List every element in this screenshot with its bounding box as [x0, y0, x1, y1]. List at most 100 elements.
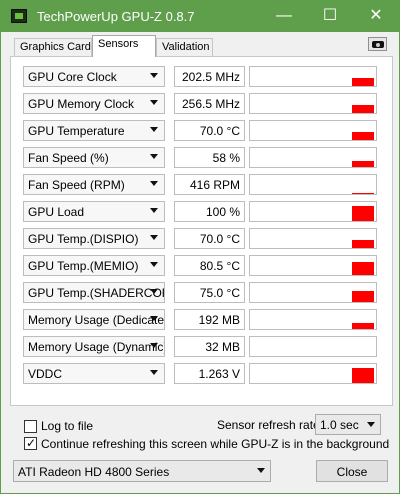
sensor-selector[interactable]: GPU Temp.(SHADERCORE) [23, 282, 165, 303]
sensor-name: VDDC [28, 367, 63, 381]
sensor-selector[interactable]: Fan Speed (%) [23, 147, 165, 168]
sensor-value: 202.5 MHz [174, 66, 245, 87]
dropdown-arrow-icon [150, 343, 158, 348]
dropdown-arrow-icon [150, 316, 158, 321]
sensor-value: 32 MB [174, 336, 245, 357]
sensor-selector[interactable]: GPU Temp.(MEMIO) [23, 255, 165, 276]
sensor-selector[interactable]: GPU Memory Clock [23, 93, 165, 114]
continue-refreshing-label[interactable]: Continue refreshing this screen while GP… [41, 437, 389, 451]
continue-refreshing-checkbox[interactable] [24, 435, 37, 451]
maximize-button[interactable]: ☐ [307, 1, 353, 32]
sensor-row-gpu-temp-memio: GPU Temp.(MEMIO) 80.5 °C [23, 255, 377, 276]
sensor-selector[interactable]: Memory Usage (Dedicated) [23, 309, 165, 330]
gpu-selector[interactable]: ATI Radeon HD 4800 Series [13, 460, 271, 482]
sensor-graph [249, 66, 377, 87]
sensor-graph-bar [352, 240, 374, 248]
sensor-value: 1.263 V [174, 363, 245, 384]
dropdown-arrow-icon [367, 422, 375, 427]
dropdown-arrow-icon [150, 289, 158, 294]
sensor-name: Memory Usage (Dynamic) [28, 340, 165, 354]
sensor-value: 192 MB [174, 309, 245, 330]
sensor-graph [249, 363, 377, 384]
sensors-panel: GPU Core Clock 202.5 MHz GPU Memory Cloc… [10, 56, 393, 406]
sensor-selector[interactable]: GPU Temp.(DISPIO) [23, 228, 165, 249]
sensor-name: GPU Temp.(MEMIO) [28, 259, 139, 273]
sensor-name: GPU Temp.(DISPIO) [28, 232, 139, 246]
sensor-refresh-rate-value: 1.0 sec [320, 418, 359, 432]
sensor-graph [249, 147, 377, 168]
sensor-row-memory-usage-dynamic: Memory Usage (Dynamic) 32 MB [23, 336, 377, 357]
title-bar[interactable]: TechPowerUp GPU-Z 0.8.7 — ☐ ✕ [1, 1, 399, 32]
sensor-graph-bar [352, 368, 374, 383]
sensor-name: GPU Memory Clock [28, 97, 135, 111]
dropdown-arrow-icon [150, 262, 158, 267]
sensor-row-gpu-temperature: GPU Temperature 70.0 °C [23, 120, 377, 141]
sensor-selector[interactable]: Memory Usage (Dynamic) [23, 336, 165, 357]
sensor-value: 256.5 MHz [174, 93, 245, 114]
sensor-graph-bar [352, 356, 374, 357]
sensor-graph [249, 93, 377, 114]
log-to-file-label[interactable]: Log to file [41, 419, 93, 433]
sensor-graph [249, 201, 377, 222]
sensor-graph-bar [352, 161, 374, 167]
tab-graphics-card[interactable]: Graphics Card [14, 38, 92, 56]
sensor-graph-bar [352, 206, 374, 221]
sensor-value: 75.0 °C [174, 282, 245, 303]
log-to-file-checkbox[interactable] [24, 420, 37, 433]
sensor-graph [249, 336, 377, 357]
dropdown-arrow-icon [150, 208, 158, 213]
sensor-graph-bar [352, 262, 374, 275]
sensor-name: GPU Temperature [28, 124, 125, 138]
sensor-graph-bar [352, 132, 374, 140]
sensor-name: Fan Speed (%) [28, 151, 109, 165]
sensor-graph [249, 309, 377, 330]
sensor-name: GPU Temp.(SHADERCORE) [28, 286, 164, 300]
dropdown-arrow-icon [150, 73, 158, 78]
sensor-selector[interactable]: VDDC [23, 363, 165, 384]
gpu-z-window: TechPowerUp GPU-Z 0.8.7 — ☐ ✕ Graphics C… [0, 0, 400, 494]
sensor-graph-bar [352, 105, 374, 113]
sensor-value: 70.0 °C [174, 120, 245, 141]
sensor-row-gpu-memory-clock: GPU Memory Clock 256.5 MHz [23, 93, 377, 114]
tab-sensors[interactable]: Sensors [92, 35, 156, 57]
sensor-name: Memory Usage (Dedicated) [28, 313, 165, 327]
dropdown-arrow-icon [150, 370, 158, 375]
close-button[interactable]: Close [316, 460, 388, 482]
gpu-z-icon [11, 9, 27, 23]
sensor-value: 100 % [174, 201, 245, 222]
tab-validation[interactable]: Validation [156, 38, 213, 56]
sensor-row-gpu-temp-dispio: GPU Temp.(DISPIO) 70.0 °C [23, 228, 377, 249]
sensor-value: 70.0 °C [174, 228, 245, 249]
sensor-refresh-rate-label: Sensor refresh rate: [217, 418, 324, 432]
sensor-name: GPU Load [28, 205, 85, 219]
dropdown-arrow-icon [150, 235, 158, 240]
sensor-selector[interactable]: GPU Core Clock [23, 66, 165, 87]
dropdown-arrow-icon [150, 100, 158, 105]
minimize-button[interactable]: — [261, 1, 307, 32]
sensor-graph-bar [352, 291, 374, 302]
sensor-value: 80.5 °C [174, 255, 245, 276]
sensor-selector[interactable]: GPU Load [23, 201, 165, 222]
sensor-name: GPU Core Clock [28, 70, 117, 84]
sensor-graph [249, 174, 377, 195]
sensor-value: 58 % [174, 147, 245, 168]
sensor-graph [249, 120, 377, 141]
sensor-row-gpu-core-clock: GPU Core Clock 202.5 MHz [23, 66, 377, 87]
sensor-row-gpu-load: GPU Load 100 % [23, 201, 377, 222]
window-title: TechPowerUp GPU-Z 0.8.7 [37, 9, 195, 24]
sensor-graph-bar [352, 193, 374, 194]
sensor-graph [249, 228, 377, 249]
sensor-row-memory-usage-dedicated: Memory Usage (Dedicated) 192 MB [23, 309, 377, 330]
sensor-selector[interactable]: GPU Temperature [23, 120, 165, 141]
gpu-selector-value: ATI Radeon HD 4800 Series [18, 465, 170, 479]
camera-icon[interactable] [368, 37, 387, 51]
dropdown-arrow-icon [150, 181, 158, 186]
sensor-graph-bar [352, 323, 374, 329]
sensor-row-fan-speed-rpm: Fan Speed (RPM) 416 RPM [23, 174, 377, 195]
sensor-selector[interactable]: Fan Speed (RPM) [23, 174, 165, 195]
sensor-refresh-rate-select[interactable]: 1.0 sec [315, 414, 381, 435]
close-window-button[interactable]: ✕ [353, 1, 399, 32]
sensor-row-vddc: VDDC 1.263 V [23, 363, 377, 384]
sensor-name: Fan Speed (RPM) [28, 178, 125, 192]
sensor-graph [249, 282, 377, 303]
